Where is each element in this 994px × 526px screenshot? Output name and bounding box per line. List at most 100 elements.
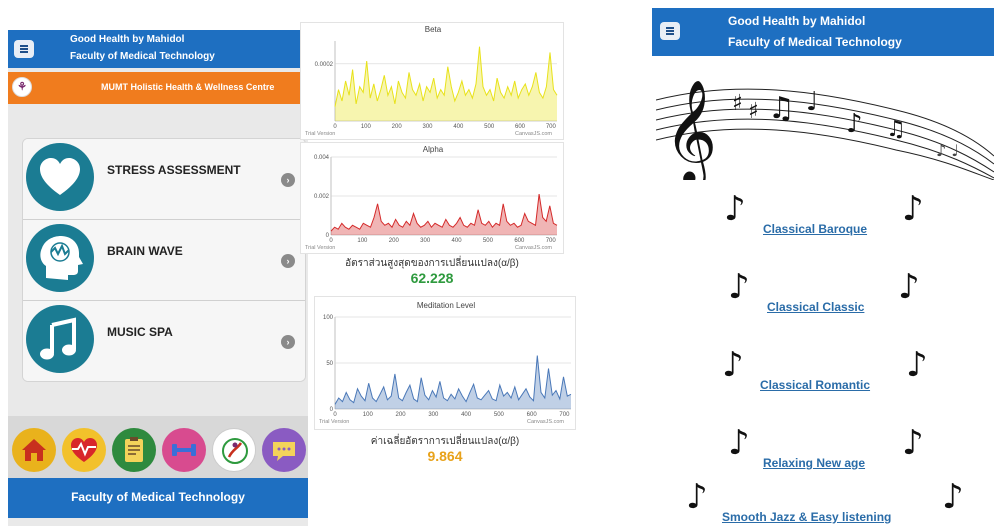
left-phone-screen: Good Health by Mahidol Faculty of Medica… bbox=[8, 30, 308, 526]
link-classical-classic[interactable]: Classical Classic bbox=[767, 300, 864, 314]
chat-icon[interactable] bbox=[262, 428, 306, 472]
x-tick-label: 200 bbox=[389, 238, 400, 244]
chart-credit: Trial Version bbox=[305, 131, 336, 137]
menu-item-label: BRAIN WAVE bbox=[107, 244, 183, 258]
music-note-icon: ♪ bbox=[906, 345, 928, 385]
brain-head-icon bbox=[26, 224, 94, 292]
x-tick-label: 600 bbox=[515, 124, 526, 130]
x-tick-label: 0 bbox=[333, 412, 337, 418]
heart-icon bbox=[26, 143, 94, 211]
x-tick-label: 0 bbox=[333, 124, 337, 130]
footer-bar: Faculty of Medical Technology bbox=[8, 478, 308, 518]
beta-chart: 0.0002 0 100 200 300 400 500 600 700 bbox=[315, 41, 558, 130]
header-subtitle: Faculty of Medical Technology bbox=[728, 35, 902, 49]
x-tick-label: 200 bbox=[396, 412, 407, 418]
music-note-icon: ♪ bbox=[898, 267, 920, 307]
x-tick-label: 400 bbox=[461, 412, 472, 418]
menu-item-label: STRESS ASSESSMENT bbox=[107, 163, 241, 177]
y-tick-label: 100 bbox=[323, 315, 334, 321]
x-tick-label: 500 bbox=[484, 124, 495, 130]
y-tick-label: 0.0002 bbox=[315, 62, 334, 68]
header-subtitle: Faculty of Medical Technology bbox=[70, 51, 215, 62]
series-area bbox=[335, 355, 571, 409]
meditation-chart-panel: Meditation Level 0 50 100 0 100 200 300 400 500 6… bbox=[314, 296, 576, 430]
svg-text:♫: ♫ bbox=[886, 117, 906, 142]
music-note-icon: ♪ bbox=[902, 423, 924, 463]
x-tick-label: 100 bbox=[361, 124, 372, 130]
music-note-icon: ♪ bbox=[728, 423, 750, 463]
clipboard-icon[interactable] bbox=[112, 428, 156, 472]
chevron-right-icon: › bbox=[281, 335, 295, 349]
x-tick-label: 400 bbox=[453, 124, 464, 130]
home-icon[interactable] bbox=[12, 428, 56, 472]
music-note-icon: ♪ bbox=[942, 477, 964, 517]
music-staff-banner: 𝄞 ♯ ♯ ♫ ♩ ♪ ♫ ♪ ♩ bbox=[655, 70, 994, 188]
footer-text: Faculty of Medical Technology bbox=[71, 490, 245, 504]
dumbbell-icon[interactable] bbox=[162, 428, 206, 472]
link-smooth-jazz[interactable]: Smooth Jazz & Easy listening bbox=[722, 510, 891, 524]
chart-credit: CanvasJS.com bbox=[515, 245, 552, 251]
x-tick-label: 700 bbox=[559, 412, 570, 418]
music-note-icon: ♪ bbox=[686, 477, 708, 517]
x-tick-label: 0 bbox=[329, 238, 333, 244]
hamburger-menu-icon[interactable] bbox=[14, 40, 34, 58]
y-tick-label: 0.002 bbox=[314, 194, 330, 200]
header-title: Good Health by Mahidol bbox=[728, 14, 866, 28]
chart-credit: CanvasJS.com bbox=[527, 419, 564, 425]
music-note-icon: ♪ bbox=[722, 345, 744, 385]
x-tick-label: 600 bbox=[514, 238, 525, 244]
x-tick-label: 700 bbox=[546, 238, 557, 244]
music-note-icon: ♪ bbox=[724, 189, 746, 229]
centre-banner: ⚘ MUMT Holistic Health & Wellness Centre bbox=[8, 72, 308, 104]
main-menu-card: STRESS ASSESSMENT › BRAIN WAVE › MUSIC S… bbox=[22, 138, 306, 382]
x-tick-label: 500 bbox=[494, 412, 505, 418]
svg-text:♯: ♯ bbox=[748, 99, 759, 124]
x-tick-label: 100 bbox=[363, 412, 374, 418]
svg-text:♪ ♩: ♪ ♩ bbox=[936, 141, 959, 160]
x-tick-label: 300 bbox=[422, 124, 433, 130]
svg-text:♪: ♪ bbox=[846, 109, 863, 139]
music-note-icon: ♪ bbox=[728, 267, 750, 307]
chevron-right-icon: › bbox=[281, 254, 295, 268]
x-tick-label: 500 bbox=[483, 238, 494, 244]
heartbeat-icon[interactable] bbox=[62, 428, 106, 472]
logo-icon[interactable] bbox=[212, 428, 256, 472]
average-value: 9.864 bbox=[427, 448, 463, 464]
svg-text:♩: ♩ bbox=[806, 87, 818, 117]
svg-text:♫: ♫ bbox=[768, 91, 795, 126]
x-tick-label: 600 bbox=[527, 412, 538, 418]
link-classical-romantic[interactable]: Classical Romantic bbox=[760, 378, 870, 392]
hamburger-menu-icon[interactable] bbox=[660, 22, 680, 40]
x-tick-label: 300 bbox=[428, 412, 439, 418]
average-label: ค่าเฉลี่ยอัตราการเปลี่ยนแปลง(α/β) bbox=[370, 436, 520, 447]
music-note-icon bbox=[26, 305, 94, 373]
x-tick-label: 100 bbox=[357, 238, 368, 244]
chevron-right-icon: › bbox=[281, 173, 295, 187]
centre-logo-icon: ⚘ bbox=[12, 77, 32, 97]
ratio-label: อัตราส่วนสูงสุดของการเปลี่ยนแปลง(α/β) bbox=[345, 258, 519, 269]
meditation-chart: 0501000 100 200 300 400 500 600 700 bbox=[323, 315, 572, 418]
menu-item-stress-assessment[interactable]: STRESS ASSESSMENT › bbox=[23, 139, 305, 220]
beta-chart-panel: Beta 0.0002 0 100 200 300 400 500 600 700 Trial … bbox=[300, 22, 564, 140]
chart-credit: Trial Version bbox=[319, 419, 350, 425]
svg-text:♯: ♯ bbox=[732, 91, 743, 116]
left-app-header: Good Health by Mahidol Faculty of Medica… bbox=[8, 30, 308, 68]
music-note-icon: ♪ bbox=[902, 189, 924, 229]
x-tick-label: 400 bbox=[452, 238, 463, 244]
menu-item-music-spa[interactable]: MUSIC SPA › bbox=[23, 301, 305, 381]
series-area bbox=[331, 194, 557, 235]
chart-credit: Trial Version bbox=[305, 245, 336, 251]
menu-item-brain-wave[interactable]: BRAIN WAVE › bbox=[23, 220, 305, 301]
alpha-chart: 00.0020.0040 100 200 300 400 500 600 700 bbox=[314, 155, 558, 244]
link-classical-baroque[interactable]: Classical Baroque bbox=[763, 222, 867, 236]
x-tick-label: 200 bbox=[392, 124, 403, 130]
link-relaxing-new-age[interactable]: Relaxing New age bbox=[763, 456, 865, 470]
x-tick-label: 700 bbox=[546, 124, 557, 130]
menu-item-label: MUSIC SPA bbox=[107, 325, 173, 339]
chart-credit: CanvasJS.com bbox=[515, 131, 552, 137]
x-tick-label: 300 bbox=[420, 238, 431, 244]
centre-banner-text: MUMT Holistic Health & Wellness Centre bbox=[101, 82, 275, 92]
right-app-header: Good Health by Mahidol Faculty of Medica… bbox=[652, 8, 994, 56]
y-tick-label: 50 bbox=[326, 361, 333, 367]
ratio-value: 62.228 bbox=[410, 270, 454, 286]
